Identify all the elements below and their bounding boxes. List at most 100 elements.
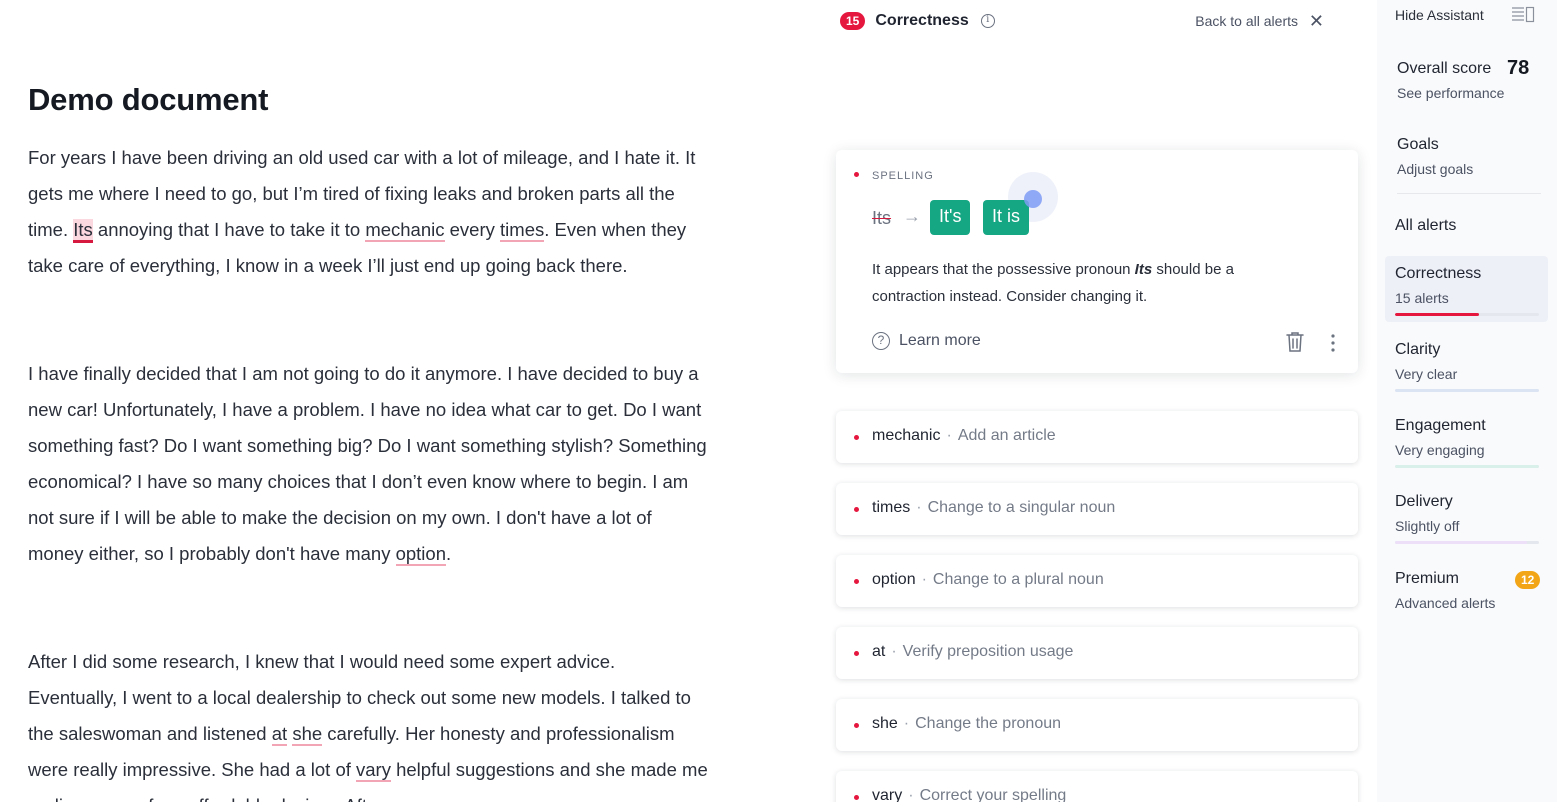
sidebar-item-premium[interactable]: Premium 12 Advanced alerts <box>1385 561 1548 627</box>
alert-dot <box>854 651 859 656</box>
separator: · <box>921 571 927 588</box>
paragraph-1[interactable]: For years I have been driving an old use… <box>28 140 708 284</box>
back-to-all-alerts-link[interactable]: Back to all alerts <box>1195 13 1298 29</box>
category-name: Engagement <box>1395 417 1486 434</box>
sidebar-item-engagement[interactable]: Engagement Very engaging <box>1385 408 1548 474</box>
learn-more-link[interactable]: ? Learn more <box>872 332 981 350</box>
suggestion-button-it-is[interactable]: It is <box>983 200 1030 235</box>
flagged-word-mechanic[interactable]: mechanic <box>365 219 445 242</box>
separator: · <box>891 643 897 660</box>
see-performance-link[interactable]: See performance <box>1397 85 1504 101</box>
alerts-panel: 15 Correctness Back to all alerts ✕ SPEL… <box>820 0 1376 802</box>
alert-card[interactable]: at · Verify preposition usage <box>836 627 1358 679</box>
sidebar-item-clarity[interactable]: Clarity Very clear <box>1385 332 1548 398</box>
sidebar-item-correctness[interactable]: Correctness 15 alerts <box>1385 256 1548 322</box>
category-status: Very engaging <box>1395 442 1485 458</box>
alert-description: Verify preposition usage <box>902 643 1074 660</box>
paragraph-2[interactable]: I have finally decided that I am not goi… <box>28 356 708 572</box>
learn-more-label: Learn more <box>899 332 981 349</box>
alert-word: mechanic <box>872 427 941 444</box>
alert-dot <box>854 795 859 800</box>
text: . <box>446 543 452 564</box>
flagged-word-at[interactable]: at <box>271 723 288 746</box>
alert-word: she <box>872 715 898 732</box>
alert-dot <box>854 435 859 440</box>
alert-card[interactable]: vary · Correct your spelling <box>836 771 1358 802</box>
original-word: Its <box>872 208 892 228</box>
category-name: Premium <box>1395 570 1460 587</box>
alert-description: Change to a plural noun <box>932 571 1104 588</box>
info-icon[interactable] <box>980 14 995 28</box>
category-status: Advanced alerts <box>1395 595 1496 611</box>
category-progress-fill <box>1395 389 1539 392</box>
panel-collapse-icon[interactable] <box>1511 6 1535 24</box>
trash-icon[interactable] <box>1284 330 1306 354</box>
cursor-indicator <box>1024 190 1042 208</box>
alert-description: Change the pronoun <box>915 715 1062 732</box>
category-status: Slightly off <box>1395 518 1460 534</box>
overall-score-value[interactable]: 78 <box>1507 57 1529 80</box>
close-icon[interactable]: ✕ <box>1309 12 1324 30</box>
panel-header: 15 Correctness Back to all alerts ✕ <box>840 10 1346 32</box>
alert-category: SPELLING <box>872 170 934 182</box>
assistant-sidebar: Hide Assistant Overall score 78 See perf… <box>1377 0 1557 802</box>
question-icon: ? <box>872 332 890 350</box>
category-progress-bar <box>1395 541 1539 544</box>
panel-title: Correctness <box>875 12 969 29</box>
alert-word: at <box>872 643 886 660</box>
alert-card[interactable]: mechanic · Add an article <box>836 411 1358 463</box>
document-editor[interactable]: Demo document For years I have been driv… <box>28 0 718 802</box>
flagged-word-its[interactable]: Its <box>73 219 93 243</box>
suggestion-button-its[interactable]: It's <box>930 200 971 235</box>
document-title[interactable]: Demo document <box>28 82 268 118</box>
category-status: Very clear <box>1395 366 1458 382</box>
category-name: Clarity <box>1395 341 1441 358</box>
alert-word: option <box>872 571 916 588</box>
alert-card[interactable]: option · Change to a plural noun <box>836 555 1358 607</box>
all-alerts-link[interactable]: All alerts <box>1395 217 1456 235</box>
category-progress-bar <box>1395 465 1539 468</box>
goals-label[interactable]: Goals <box>1397 136 1439 154</box>
separator: · <box>916 499 922 516</box>
adjust-goals-link[interactable]: Adjust goals <box>1397 161 1473 177</box>
hide-assistant-button[interactable]: Hide Assistant <box>1395 7 1484 23</box>
overall-score-label[interactable]: Overall score <box>1397 60 1491 78</box>
alert-dot <box>854 507 859 512</box>
paragraph-3[interactable]: After I did some research, I knew that I… <box>28 644 708 802</box>
separator: · <box>908 787 914 802</box>
flagged-word-vary[interactable]: vary <box>356 759 391 782</box>
sidebar-item-delivery[interactable]: Delivery Slightly off <box>1385 484 1548 550</box>
text: every <box>444 219 501 240</box>
category-progress-fill <box>1395 313 1479 316</box>
alert-explanation: It appears that the possessive pronoun I… <box>872 256 1262 310</box>
text: annoying that I have to take it to <box>92 219 366 240</box>
separator: · <box>903 715 910 732</box>
alert-description: Correct your spelling <box>919 787 1067 802</box>
active-alert-card[interactable]: SPELLING Its → It's It is It appears tha… <box>836 150 1358 373</box>
flagged-word-option[interactable]: option <box>395 543 446 566</box>
alert-count-badge: 15 <box>840 12 866 30</box>
explanation-word: Its <box>1134 261 1153 278</box>
flagged-word-she[interactable]: she <box>292 723 323 746</box>
separator: · <box>946 427 952 444</box>
category-name: Correctness <box>1395 265 1482 282</box>
category-progress-bar <box>1395 389 1539 392</box>
alert-card[interactable]: times · Change to a singular noun <box>836 483 1358 535</box>
alert-description: Add an article <box>957 427 1056 444</box>
category-progress-bar <box>1395 313 1539 316</box>
arrow-right-icon: → <box>903 206 921 226</box>
alert-description: Change to a singular noun <box>927 499 1116 516</box>
category-progress-fill <box>1395 465 1539 468</box>
explanation-text: It appears that the possessive pronoun <box>872 261 1135 278</box>
alert-word: times <box>872 499 911 516</box>
alert-dot <box>854 579 859 584</box>
alert-card[interactable]: she · Change the pronoun <box>836 699 1358 751</box>
premium-count-badge: 12 <box>1515 571 1541 589</box>
category-status: 15 alerts <box>1395 290 1449 306</box>
flagged-word-times[interactable]: times <box>500 219 545 242</box>
more-options-icon[interactable] <box>1330 333 1336 353</box>
category-name: Delivery <box>1395 493 1453 510</box>
alert-dot <box>854 723 859 728</box>
divider <box>1397 193 1541 194</box>
text: I have finally decided that I am not goi… <box>28 363 707 564</box>
